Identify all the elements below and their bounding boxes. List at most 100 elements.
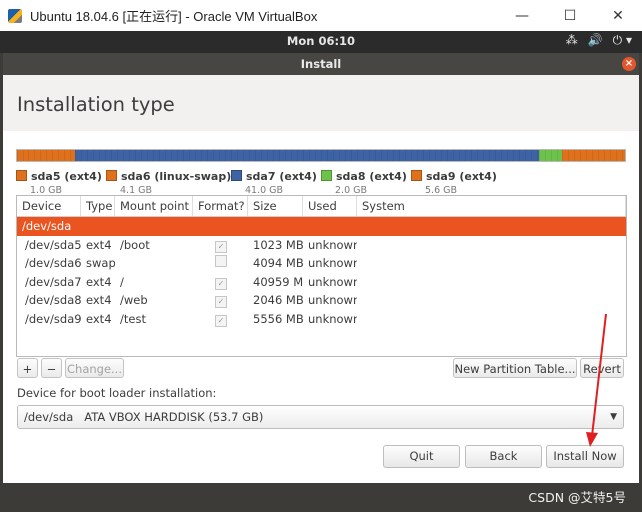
type-cell: ext4 xyxy=(86,274,112,289)
format-checkbox[interactable] xyxy=(215,255,227,267)
size-cell: 40959 MB xyxy=(253,274,303,289)
quit-button[interactable]: Quit xyxy=(383,445,460,468)
legend-item: sda7 (ext4) 41.0 GB xyxy=(231,165,317,196)
format-checkbox[interactable]: ✓ xyxy=(215,240,227,253)
dropdown-arrow-icon: ▼ xyxy=(610,412,617,422)
power-menu-icon[interactable]: ⏻ ▾ xyxy=(613,33,632,48)
legend-partition-name: sda9 (ext4) xyxy=(426,170,497,183)
boot-loader-device-value: /dev/sda ATA VBOX HARDDISK (53.7 GB) xyxy=(24,410,264,424)
type-cell: ext4 xyxy=(86,311,112,326)
partition-table-body: /dev/sda5 ext4/boot ✓ 1023 MB unknown/dev/sd… xyxy=(17,236,626,329)
table-row-selected[interactable]: /dev/sda xyxy=(17,217,626,236)
column-header[interactable]: Device xyxy=(17,196,81,216)
legend-item: sda9 (ext4) 5.6 GB xyxy=(411,165,497,196)
legend-item: sda6 (linux-swap) 4.1 GB xyxy=(106,165,231,196)
clock[interactable]: Mon 06:10 xyxy=(0,34,642,48)
column-header[interactable]: System xyxy=(357,196,626,216)
new-partition-table-button[interactable]: New Partition Table... xyxy=(453,358,577,378)
format-cell: ✓ xyxy=(193,273,248,292)
table-row[interactable]: /dev/sda9 ext4/test ✓ 5556 MB unknown xyxy=(17,310,626,329)
network-icon[interactable]: ⁂ xyxy=(566,33,578,48)
page-title: Installation type xyxy=(17,93,175,116)
revert-button[interactable]: Revert xyxy=(580,358,624,378)
mount-cell: /web xyxy=(120,293,148,307)
add-partition-button[interactable]: + xyxy=(17,358,38,378)
legend-swatch xyxy=(411,170,422,181)
format-cell xyxy=(193,254,248,273)
legend-item: sda5 (ext4) 1.0 GB xyxy=(16,165,102,196)
device-cell: /dev/sda7 xyxy=(25,274,81,289)
format-checkbox[interactable]: ✓ xyxy=(215,296,227,308)
mount-cell: / xyxy=(120,274,124,289)
size-cell: 5556 MB xyxy=(253,311,303,326)
system-cell xyxy=(357,291,626,310)
back-button[interactable]: Back xyxy=(465,445,542,468)
installer-window: Install × Installation type sda5 (ext4) 1… xyxy=(3,53,639,483)
size-cell: 2046 MB xyxy=(253,293,303,307)
volume-icon[interactable]: 🔊 xyxy=(588,33,603,48)
column-header[interactable]: Size xyxy=(248,196,303,216)
format-checkbox[interactable]: ✓ xyxy=(215,314,227,327)
minimize-button[interactable]: — xyxy=(498,0,546,31)
used-cell: unknown xyxy=(308,237,357,252)
partition-section: sda5 (ext4) 1.0 GB sda6 (linux-swap) 4.1 GB… xyxy=(3,131,639,483)
partition-bar-segment xyxy=(561,150,625,161)
legend-swatch xyxy=(16,170,27,181)
format-checkbox[interactable]: ✓ xyxy=(215,277,227,290)
partition-bar-segment xyxy=(74,150,539,161)
selected-device-cell: /dev/sda xyxy=(22,219,72,233)
install-now-button[interactable]: Install Now xyxy=(546,445,624,468)
used-cell: unknown xyxy=(308,293,357,307)
system-cell xyxy=(357,236,626,255)
ubuntu-top-bar: Mon 06:10 ⁂ 🔊 ⏻ ▾ xyxy=(0,31,642,53)
legend-partition-name: sda5 (ext4) xyxy=(31,170,102,183)
legend-partition-name: sda7 (ext4) xyxy=(246,170,317,183)
partition-table[interactable]: Device Type Mount point Format? Size Used Syst… xyxy=(16,195,627,357)
partition-legend: sda5 (ext4) 1.0 GB sda6 (linux-swap) 4.1 GB… xyxy=(16,165,626,196)
boot-loader-device-select[interactable]: /dev/sda ATA VBOX HARDDISK (53.7 GB) ▼ xyxy=(17,405,624,429)
legend-swatch xyxy=(231,170,242,181)
partition-bar-segment xyxy=(17,150,29,161)
change-partition-button[interactable]: Change... xyxy=(65,358,124,378)
legend-swatch xyxy=(321,170,332,181)
legend-item: sda8 (ext4) 2.0 GB xyxy=(321,165,407,196)
partition-bar-segment xyxy=(538,150,562,161)
column-header[interactable]: Used xyxy=(303,196,357,216)
table-row[interactable]: /dev/sda7 ext4 / ✓ 40959 MB unknown xyxy=(17,273,626,292)
table-row[interactable]: /dev/sda5 ext4/boot ✓ 1023 MB unknown xyxy=(17,236,626,255)
used-cell: unknown xyxy=(308,274,357,289)
csdn-watermark: CSDN @艾特5号 xyxy=(528,490,626,505)
column-header[interactable]: Mount point xyxy=(115,196,193,216)
column-header[interactable]: Type xyxy=(81,196,115,216)
system-cell xyxy=(357,310,626,329)
partition-table-header: Device Type Mount point Format? Size Used Syst… xyxy=(17,196,626,217)
maximize-button[interactable]: ☐ xyxy=(546,0,594,31)
size-cell: 1023 MB xyxy=(253,237,303,252)
column-header[interactable]: Format? xyxy=(193,196,248,216)
boot-loader-label: Device for boot loader installation: xyxy=(17,386,217,400)
system-cell xyxy=(357,254,626,273)
device-cell: /dev/sda8 xyxy=(25,293,81,307)
table-row[interactable]: /dev/sda8 ext4/web ✓ 2046 MB unknown xyxy=(17,291,626,310)
partition-bar-segment xyxy=(28,150,75,161)
installer-close-icon[interactable]: × xyxy=(622,57,636,71)
window-controls: — ☐ ✕ xyxy=(498,0,642,31)
legend-swatch xyxy=(106,170,117,181)
device-cell: /dev/sda5 xyxy=(25,237,81,252)
format-cell: ✓ xyxy=(193,310,248,329)
mount-cell xyxy=(115,254,193,273)
virtualbox-logo-icon xyxy=(8,8,22,23)
type-cell: ext4 xyxy=(86,237,112,252)
format-cell: ✓ xyxy=(193,236,248,255)
table-row[interactable]: /dev/sda6 swap 4094 MB unknown xyxy=(17,254,626,273)
used-cell: unknown xyxy=(308,256,357,270)
close-button[interactable]: ✕ xyxy=(594,0,642,31)
system-tray[interactable]: ⁂ 🔊 ⏻ ▾ xyxy=(566,33,632,48)
installer-titlebar: Install × xyxy=(3,53,639,75)
mount-cell: /boot xyxy=(120,237,150,252)
device-cell: /dev/sda9 xyxy=(25,311,81,326)
legend-partition-name: sda8 (ext4) xyxy=(336,170,407,183)
remove-partition-button[interactable]: − xyxy=(41,358,62,378)
used-cell: unknown xyxy=(308,311,357,326)
device-cell: /dev/sda6 xyxy=(25,256,81,270)
